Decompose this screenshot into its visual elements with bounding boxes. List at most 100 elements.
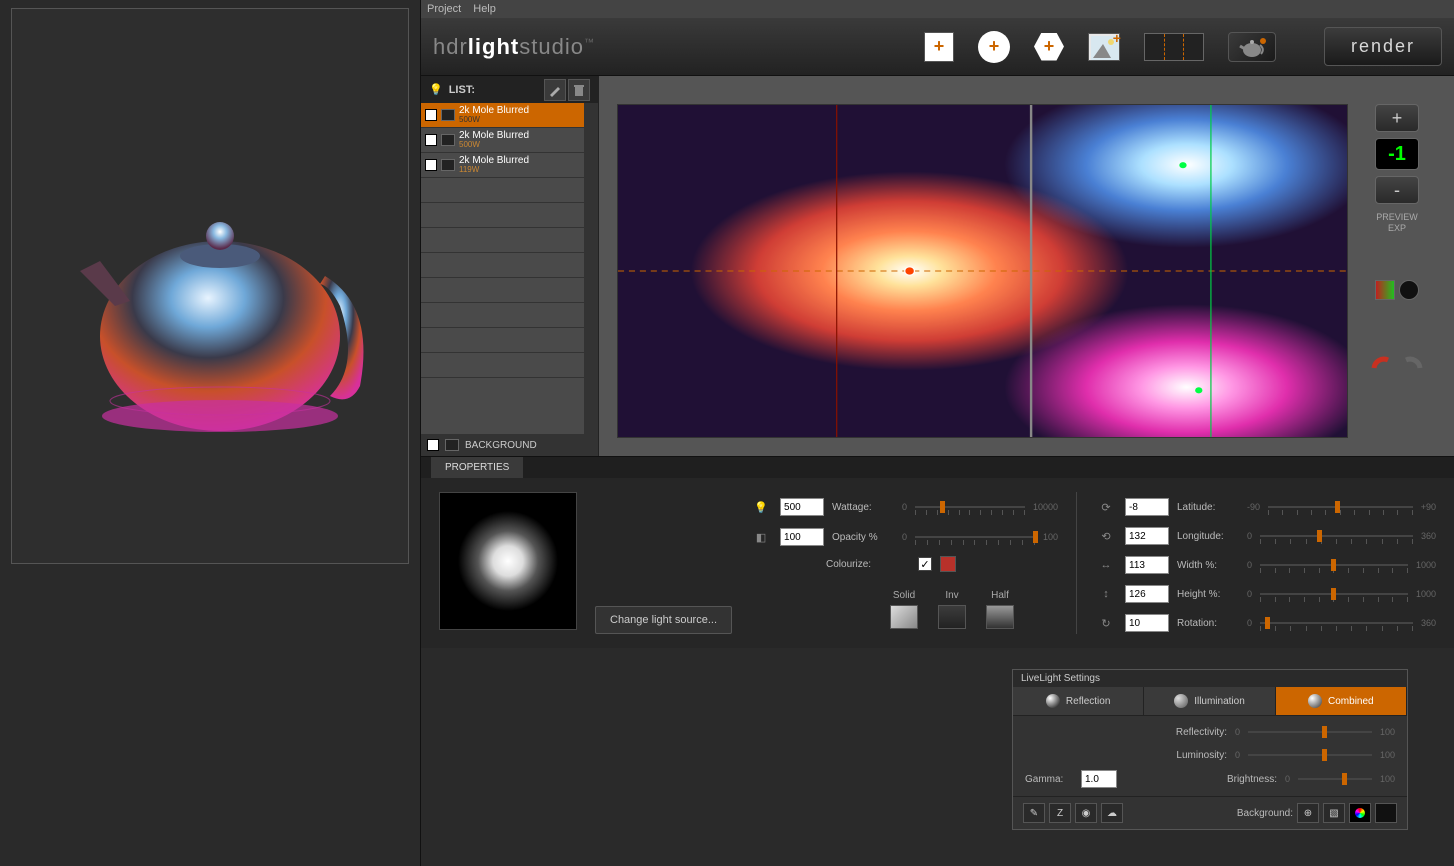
wattage-input[interactable] [780,498,824,516]
list-delete-button[interactable] [568,79,590,101]
exposure-minus-button[interactable]: - [1375,176,1419,204]
panorama-grid-button[interactable] [1144,33,1204,61]
redo-button[interactable] [1400,356,1424,376]
render-button[interactable]: render [1324,27,1442,66]
reflectivity-label: Reflectivity: [1157,727,1227,738]
hdr-canvas[interactable] [617,104,1348,438]
list-item[interactable] [421,328,598,353]
menu-project[interactable]: Project [427,3,461,15]
light-preview-thumb [439,492,577,630]
rotation-input[interactable] [1125,614,1169,632]
brightness-slider[interactable] [1298,771,1372,787]
list-item[interactable] [421,278,598,303]
add-picture-light-button[interactable] [1088,33,1120,61]
opacity-slider[interactable] [915,529,1035,545]
colourize-checkbox[interactable]: ✓ [918,557,932,571]
tool-icon-1[interactable]: ✎ [1023,803,1045,823]
properties-tab[interactable]: PROPERTIES [431,457,523,478]
wattage-label: Wattage: [832,502,894,513]
wattage-slider[interactable] [915,499,1025,515]
width-label: Width %: [1177,560,1239,571]
list-item[interactable] [421,203,598,228]
bulb-icon: 💡 [429,83,443,96]
tool-icon-z[interactable]: Z [1049,803,1071,823]
bg-black-swatch[interactable] [1375,803,1397,823]
list-title: LIST: [449,84,475,96]
opacity-input[interactable] [780,528,824,546]
teapot-preview-button[interactable] [1228,32,1276,62]
solid-mode-button[interactable] [890,605,918,629]
sphere-view-icon[interactable] [1399,280,1419,300]
rotation-slider[interactable] [1260,615,1413,631]
livelight-panel: LiveLight Settings Reflection Illuminati… [1012,669,1408,830]
bg-thumb-icon [445,439,459,451]
bg-image-icon[interactable]: ▧ [1323,803,1345,823]
visibility-checkbox[interactable] [425,109,437,121]
add-square-light-button[interactable]: + [924,32,954,62]
list-item[interactable] [421,253,598,278]
exposure-label: PREVIEWEXP [1376,212,1418,234]
tool-icon-camera[interactable]: ◉ [1075,803,1097,823]
bulb-icon: 💡 [750,496,772,518]
list-item[interactable] [421,353,598,378]
menu-help[interactable]: Help [473,3,496,15]
list-item[interactable] [421,178,598,203]
list-item[interactable]: 2k Mole Blurred119W [421,153,598,178]
half-mode-button[interactable] [986,605,1014,629]
visibility-checkbox[interactable] [425,134,437,146]
opacity-label: Opacity % [832,532,894,543]
list-item[interactable] [421,228,598,253]
list-edit-button[interactable] [544,79,566,101]
list-item[interactable]: 2k Mole Blurred500W [421,103,598,128]
list-item[interactable] [421,303,598,328]
longitude-slider[interactable] [1260,528,1413,544]
longitude-icon: ⟲ [1095,525,1117,547]
colourize-label: Colourize: [826,559,888,570]
opacity-icon: ◧ [750,526,772,548]
change-light-source-button[interactable]: Change light source... [595,606,732,634]
height-label: Height %: [1177,589,1239,600]
latitude-icon: ⟳ [1095,496,1117,518]
tool-icon-cloud[interactable]: ☁ [1101,803,1123,823]
bg-color-icon[interactable] [1349,803,1371,823]
app-logo: hdrlightstudio™ [433,34,595,60]
longitude-label: Longitude: [1177,531,1239,542]
cube-view-icon[interactable] [1375,280,1395,300]
brightness-label: Brightness: [1207,774,1277,785]
exposure-plus-button[interactable]: + [1375,104,1419,132]
gamma-input[interactable] [1081,770,1117,788]
background-row[interactable]: BACKGROUND [421,434,598,456]
exposure-value: -1 [1375,138,1419,170]
visibility-checkbox[interactable] [425,159,437,171]
latitude-slider[interactable] [1268,499,1413,515]
width-input[interactable] [1125,556,1169,574]
rotation-label: Rotation: [1177,618,1239,629]
colourize-swatch[interactable] [940,556,956,572]
bg-checkbox[interactable] [427,439,439,451]
tab-combined[interactable]: Combined [1276,687,1407,715]
render-preview [11,8,409,564]
height-icon: ↕ [1095,583,1117,605]
longitude-input[interactable] [1125,527,1169,545]
luminosity-label: Luminosity: [1157,750,1227,761]
menubar: Project Help [421,0,1454,18]
undo-button[interactable] [1370,356,1394,376]
inv-mode-button[interactable] [938,605,966,629]
list-scrollbar[interactable] [584,103,598,434]
tab-illumination[interactable]: Illumination [1144,687,1275,715]
bg-globe-icon[interactable]: ⊕ [1297,803,1319,823]
add-round-light-button[interactable]: + [978,31,1010,63]
height-slider[interactable] [1260,586,1408,602]
livelight-title: LiveLight Settings [1013,670,1407,687]
tab-reflection[interactable]: Reflection [1013,687,1144,715]
reflectivity-slider[interactable] [1248,724,1372,740]
add-hex-light-button[interactable]: + [1034,33,1064,61]
list-item[interactable]: 2k Mole Blurred500W [421,128,598,153]
width-icon: ↔ [1095,554,1117,576]
latitude-input[interactable] [1125,498,1169,516]
luminosity-slider[interactable] [1248,747,1372,763]
topbar: hdrlightstudio™ + + + render [421,18,1454,76]
width-slider[interactable] [1260,557,1408,573]
light-thumb-icon [441,109,455,121]
height-input[interactable] [1125,585,1169,603]
